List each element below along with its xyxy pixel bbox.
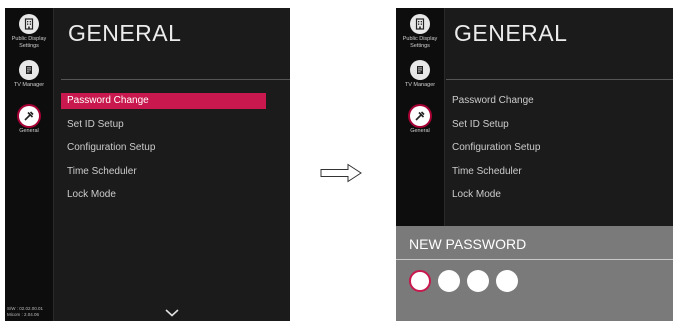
tools-icon [19, 106, 39, 126]
new-password-title: NEW PASSWORD [409, 236, 527, 252]
menu-item-time-scheduler[interactable]: Time Scheduler [446, 164, 673, 180]
password-digit-3[interactable] [467, 270, 489, 292]
menu-item-lock-mode[interactable]: Lock Mode [446, 187, 673, 203]
sidebar-item-general[interactable]: General [5, 106, 53, 135]
menu-item-password-change[interactable]: Password Change [61, 93, 266, 109]
sidebar-item-label: General [410, 128, 430, 134]
sidebar-item-label: Public Display Settings [11, 36, 47, 49]
menu-item-time-scheduler[interactable]: Time Scheduler [61, 164, 266, 180]
building-icon [19, 14, 39, 34]
divider [61, 79, 290, 80]
page-title: GENERAL [454, 20, 568, 46]
password-digit-4[interactable] [496, 270, 518, 292]
sidebar-item-general[interactable]: General [396, 106, 444, 135]
micom-version: Micom : 2.04.06 [7, 311, 40, 317]
password-digit-1[interactable] [409, 270, 431, 292]
general-menu: Password Change Set ID Setup Configurati… [61, 93, 266, 211]
screen-after: Public Display Settings TV Manager Gener… [396, 8, 673, 321]
menu-item-set-id-setup[interactable]: Set ID Setup [446, 117, 673, 133]
sidebar-item-label: Public Display Settings [402, 36, 438, 49]
menu-item-configuration-setup[interactable]: Configuration Setup [446, 140, 673, 156]
sidebar-item-label: General [19, 128, 39, 134]
sidebar-item-tv-manager[interactable]: TV Manager [396, 60, 444, 89]
tools-icon [410, 106, 430, 126]
page-title: GENERAL [68, 20, 182, 46]
divider [396, 259, 673, 260]
doc-icon [19, 60, 39, 80]
chevron-down-icon[interactable] [165, 309, 179, 317]
sidebar-item-tv-manager[interactable]: TV Manager [5, 60, 53, 89]
doc-icon [410, 60, 430, 80]
screen-before: Public Display Settings TV Manager Gener… [5, 8, 290, 321]
general-menu: Password Change Set ID Setup Configurati… [446, 93, 673, 211]
divider [446, 79, 673, 80]
menu-item-password-change[interactable]: Password Change [446, 93, 673, 109]
sidebar-item-public-display-settings[interactable]: Public Display Settings [5, 14, 53, 49]
new-password-panel: NEW PASSWORD [396, 226, 673, 321]
menu-item-lock-mode[interactable]: Lock Mode [61, 187, 266, 203]
sidebar-item-label: TV Manager [13, 82, 45, 88]
menu-item-set-id-setup[interactable]: Set ID Setup [61, 117, 266, 133]
arrow-right-icon [320, 163, 362, 183]
firmware-info: S/W : 02.02.00.01 Micom : 2.04.06 [7, 306, 43, 317]
sidebar: Public Display Settings TV Manager Gener… [5, 8, 54, 321]
sw-version: S/W : 02.02.00.01 [7, 306, 44, 311]
password-digits [409, 270, 518, 292]
menu-item-configuration-setup[interactable]: Configuration Setup [61, 140, 266, 156]
sidebar-item-label: TV Manager [404, 82, 436, 88]
building-icon [410, 14, 430, 34]
sidebar-item-public-display-settings[interactable]: Public Display Settings [396, 14, 444, 49]
password-digit-2[interactable] [438, 270, 460, 292]
